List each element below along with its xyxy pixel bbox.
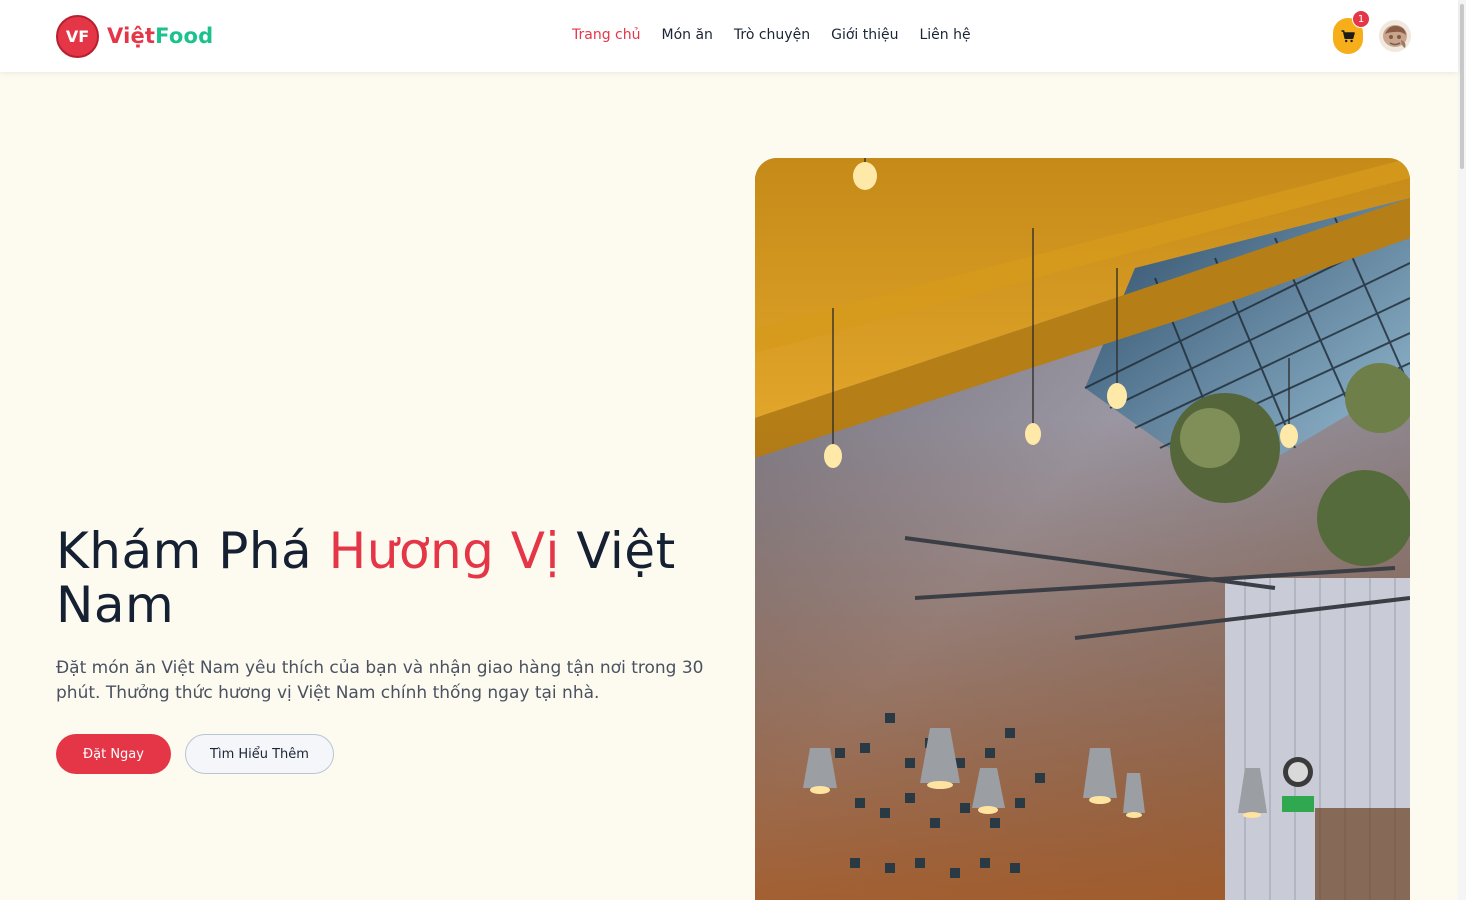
nav-item-home[interactable]: Trang chủ <box>572 24 640 46</box>
hero-title-accent: Hương Vị <box>328 522 560 580</box>
nav-item-contact[interactable]: Liên hệ <box>919 24 970 46</box>
nav-item-about[interactable]: Giới thiệu <box>831 24 898 46</box>
nav-item-chat[interactable]: Trò chuyện <box>734 24 810 46</box>
hero-title: Khám Phá Hương Vị Việt Nam <box>56 524 736 632</box>
order-now-button[interactable]: Đặt Ngay <box>56 734 171 774</box>
user-avatar-icon <box>1379 20 1411 52</box>
learn-more-button[interactable]: Tìm Hiểu Thêm <box>185 734 334 774</box>
restaurant-interior-photo <box>755 158 1410 900</box>
brand-name: ViệtFood <box>107 24 213 48</box>
scrollbar-thumb[interactable] <box>1460 4 1464 169</box>
logo[interactable]: VF ViệtFood <box>56 14 213 58</box>
nav-item-dishes[interactable]: Món ăn <box>661 24 712 46</box>
logo-badge: VF <box>56 14 99 58</box>
shopping-cart-icon <box>1341 29 1355 42</box>
brand-name-part1: Việt <box>107 24 156 48</box>
cart-count-badge: 1 <box>1352 10 1370 28</box>
hero-description: Đặt món ăn Việt Nam yêu thích của bạn và… <box>56 658 704 703</box>
page-scrollbar[interactable] <box>1458 0 1466 900</box>
brand-name-part2: Food <box>155 24 214 48</box>
hero-image <box>755 158 1410 900</box>
main-nav: Trang chủ Món ăn Trò chuyện Giới thiệu L… <box>572 24 992 46</box>
hero-title-part1: Khám Phá <box>56 522 313 580</box>
site-header: VF ViệtFood Trang chủ Món ăn Trò chuyện … <box>0 0 1458 72</box>
user-avatar[interactable] <box>1379 20 1411 52</box>
